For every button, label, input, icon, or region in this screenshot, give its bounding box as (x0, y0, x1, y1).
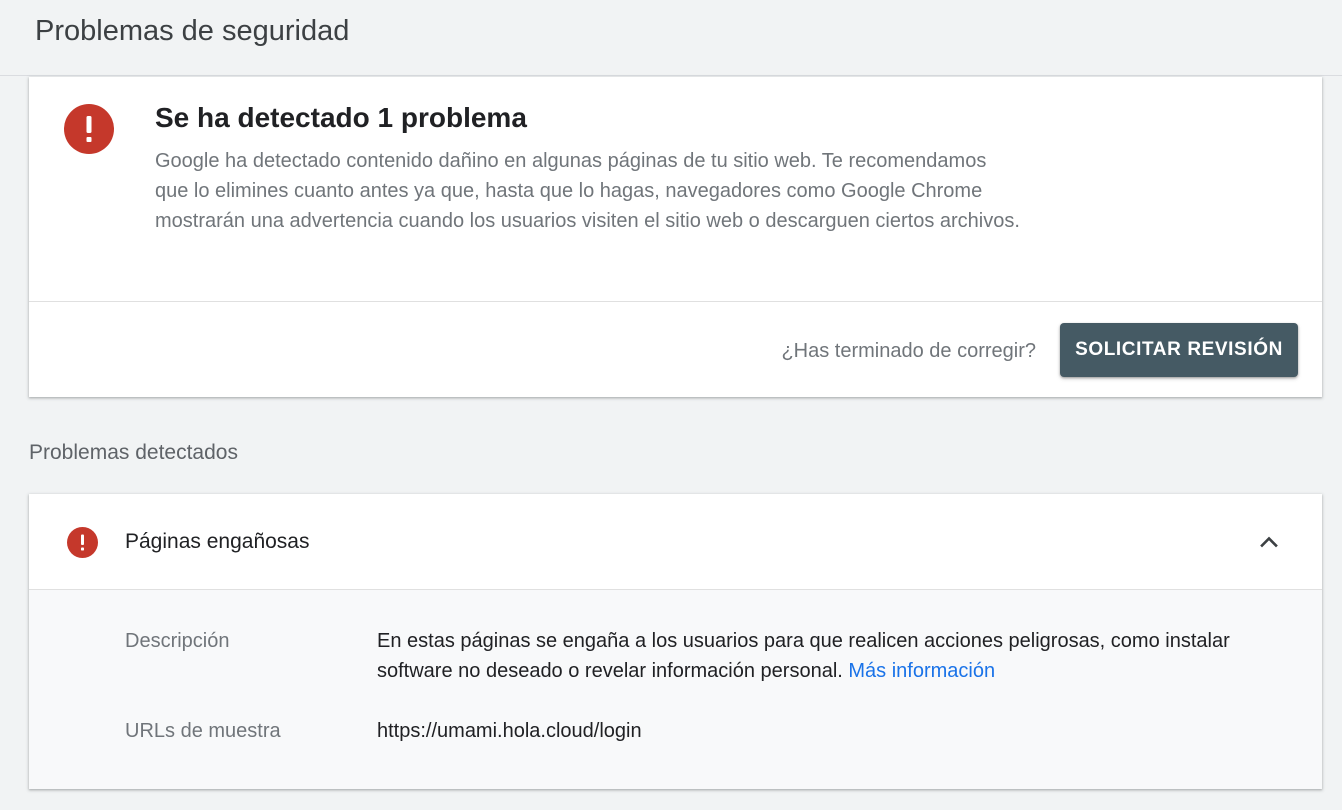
learn-more-link[interactable]: Más información (848, 660, 995, 682)
issue-card: Páginas engañosas Descripción En estas p… (29, 494, 1322, 789)
summary-description: Google ha detectado contenido dañino en … (155, 150, 1020, 232)
error-icon (67, 527, 98, 558)
finished-question: ¿Has terminado de corregir? (781, 340, 1036, 362)
summary-card: Se ha detectado 1 problema Google ha det… (29, 77, 1322, 397)
error-icon (64, 104, 114, 154)
sample-url: https://umami.hola.cloud/login (377, 720, 642, 742)
page-title: Problemas de seguridad (35, 15, 350, 47)
description-value: En estas páginas se engaña a los usuario… (377, 626, 1257, 686)
request-review-button[interactable]: SOLICITAR REVISIÓN (1060, 323, 1298, 377)
divider (29, 301, 1322, 302)
description-text: En estas páginas se engaña a los usuario… (377, 630, 1230, 682)
issue-details: Descripción En estas páginas se engaña a… (29, 590, 1322, 789)
issue-title: Páginas engañosas (125, 530, 310, 553)
detected-issues-heading: Problemas detectados (29, 441, 238, 464)
summary-heading: Se ha detectado 1 problema (155, 102, 527, 133)
chevron-up-icon[interactable] (1251, 524, 1287, 560)
page-header: Problemas de seguridad (0, 0, 1342, 76)
sample-urls-label: URLs de muestra (125, 720, 281, 742)
issue-header-deceptive-pages[interactable]: Páginas engañosas (29, 494, 1322, 590)
description-label: Descripción (125, 630, 230, 652)
